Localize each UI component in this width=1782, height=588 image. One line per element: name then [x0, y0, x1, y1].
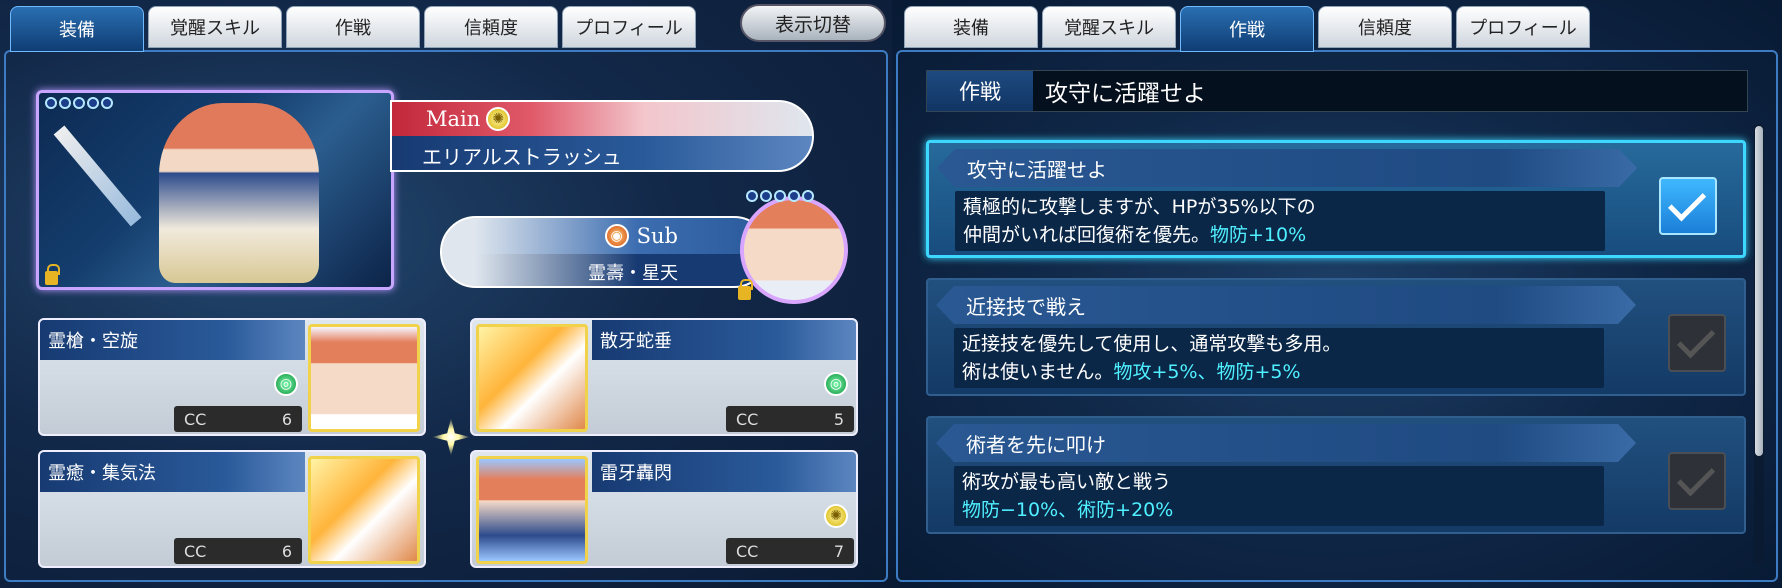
tactic-label: 作戦: [927, 71, 1033, 111]
skill-card-image: [308, 456, 420, 564]
scrollbar-thumb[interactable]: [1755, 126, 1763, 456]
tactics-panel: 装備 覚醒スキル 作戦 信頼度 プロフィール 作戦 攻守に活躍せよ 攻守に活躍せ…: [892, 0, 1782, 588]
tab-trust[interactable]: 信頼度: [424, 6, 558, 48]
cc-cost: CC 7: [726, 538, 854, 564]
skill-card-image: [476, 324, 588, 432]
tactic-option-title: 術者を先に叩け: [936, 424, 1636, 462]
light-element-icon: ✺: [486, 107, 511, 131]
tab-equipment[interactable]: 装備: [10, 6, 144, 52]
cc-cost: CC 6: [174, 538, 302, 564]
tactic-option[interactable]: 攻守に活躍せよ 積極的に攻撃しますが、HPが35%以下の 仲間がいれば回復術を優…: [926, 140, 1746, 258]
tactic-option[interactable]: 術者を先に叩け 術攻が最も高い敵と戦う 物防−10%、術防+20%: [926, 416, 1746, 534]
tab-awakening-skill[interactable]: 覚醒スキル: [1042, 6, 1176, 48]
light-element-icon: ✺: [824, 504, 848, 528]
sub-skill-name: 霊壽・星天: [442, 254, 768, 286]
tab-tactics[interactable]: 作戦: [286, 6, 420, 48]
tactic-option-description: 積極的に攻撃しますが、HPが35%以下の 仲間がいれば回復術を優先。物防+10%: [955, 191, 1605, 251]
skill-name: 霊槍・空旋: [40, 320, 305, 360]
tactic-checkbox[interactable]: [1668, 452, 1726, 510]
cc-cost: CC 5: [726, 406, 854, 432]
wind-element-icon: ◎: [274, 372, 298, 396]
main-label: Main ✺: [392, 102, 532, 136]
skill-name: 雷牙轟閃: [592, 452, 856, 492]
rarity-stars: [45, 97, 113, 109]
right-tab-bar: 装備 覚醒スキル 作戦 信頼度 プロフィール: [904, 6, 1590, 52]
sub-character-portrait[interactable]: [740, 196, 848, 304]
tab-profile[interactable]: プロフィール: [562, 6, 696, 48]
fire-element-icon: ◉: [604, 224, 629, 248]
tactic-checkbox[interactable]: [1668, 314, 1726, 372]
tab-tactics[interactable]: 作戦: [1180, 6, 1314, 52]
display-toggle-button[interactable]: 表示切替: [740, 4, 886, 42]
lock-icon: [738, 279, 753, 300]
skill-slot-3[interactable]: 霊癒・集気法 CC 6: [38, 450, 426, 568]
sub-rarity-stars: [746, 190, 814, 202]
character-art: [159, 103, 319, 283]
main-skill-slot[interactable]: Main ✺ エリアルストラッシュ: [390, 100, 814, 172]
tab-trust[interactable]: 信頼度: [1318, 6, 1452, 48]
skill-card-image: [308, 324, 420, 432]
scrollbar[interactable]: [1754, 124, 1764, 564]
skill-slot-4[interactable]: 雷牙轟閃 ✺ CC 7: [470, 450, 858, 568]
sub-skill-slot[interactable]: ◉ Sub 霊壽・星天: [440, 216, 770, 288]
skill-card-image: [476, 456, 588, 564]
current-tactic-header: 作戦 攻守に活躍せよ: [926, 70, 1748, 112]
wind-element-icon: ◎: [824, 372, 848, 396]
main-skill-name: エリアルストラッシュ: [392, 136, 812, 170]
sub-label: ◉ Sub: [442, 218, 768, 254]
tab-equipment[interactable]: 装備: [904, 6, 1038, 48]
tactic-option-title: 近接技で戦え: [936, 286, 1636, 324]
current-tactic-value: 攻守に活躍せよ: [1045, 81, 1206, 107]
tab-awakening-skill[interactable]: 覚醒スキル: [148, 6, 282, 48]
tab-profile[interactable]: プロフィール: [1456, 6, 1590, 48]
skill-slot-1[interactable]: 霊槍・空旋 ◎ CC 6: [38, 318, 426, 436]
tactic-option-description: 術攻が最も高い敵と戦う 物防−10%、術防+20%: [954, 466, 1604, 526]
left-tab-bar: 装備 覚醒スキル 作戦 信頼度 プロフィール: [10, 6, 696, 52]
cc-cost: CC 6: [174, 406, 302, 432]
skill-slot-2[interactable]: 散牙蛇垂 ◎ CC 5: [470, 318, 858, 436]
skill-name: 霊癒・集気法: [40, 452, 305, 492]
tactic-option[interactable]: 近接技で戦え 近接技を優先して使用し、通常攻撃も多用。 術は使いません。物攻+5…: [926, 278, 1746, 396]
lock-icon: [45, 264, 60, 285]
spear-image: [53, 125, 142, 227]
skill-name: 散牙蛇垂: [592, 320, 856, 360]
tactic-option-title: 攻守に活躍せよ: [937, 149, 1637, 187]
tactic-option-description: 近接技を優先して使用し、通常攻撃も多用。 術は使いません。物攻+5%、物防+5%: [954, 328, 1604, 388]
main-character-card[interactable]: [36, 90, 394, 290]
tactic-checkbox[interactable]: [1659, 177, 1717, 235]
equipment-panel: 装備 覚醒スキル 作戦 信頼度 プロフィール 表示切替 Main ✺ エリアルス…: [0, 0, 892, 588]
